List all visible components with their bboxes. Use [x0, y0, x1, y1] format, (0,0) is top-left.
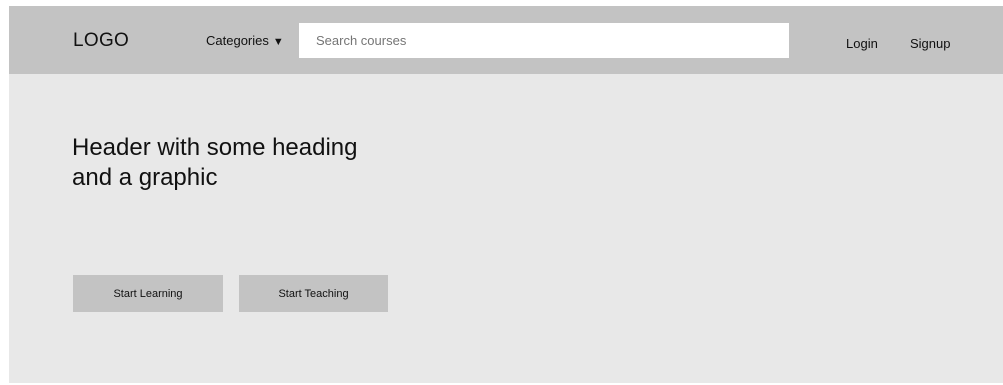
- login-link[interactable]: Login: [846, 36, 878, 52]
- categories-label: Categories: [206, 33, 269, 48]
- page-frame: LOGO Categories▼ Login Signup Header wit…: [9, 6, 1003, 383]
- top-navbar: LOGO Categories▼ Login Signup: [9, 6, 1003, 74]
- signup-link[interactable]: Signup: [910, 36, 950, 52]
- start-learning-button[interactable]: Start Learning: [73, 275, 223, 312]
- hero-heading: Header with some heading and a graphic: [72, 133, 432, 193]
- start-teaching-button[interactable]: Start Teaching: [239, 275, 388, 312]
- search-input[interactable]: [299, 23, 789, 58]
- hero-heading-line-2: and a graphic: [72, 164, 218, 191]
- hero-heading-line-1: Header with some heading: [72, 134, 358, 161]
- caret-down-icon: ▼: [272, 36, 284, 48]
- categories-dropdown[interactable]: Categories ▼: [206, 33, 284, 50]
- logo[interactable]: LOGO: [73, 30, 129, 52]
